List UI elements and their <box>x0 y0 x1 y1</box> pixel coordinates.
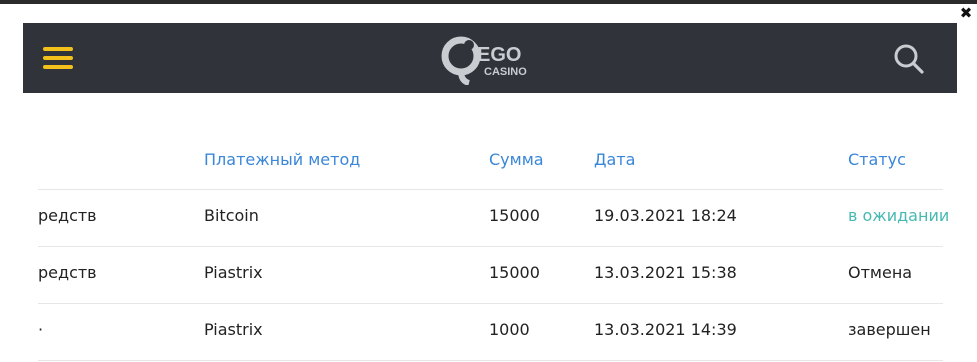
logo-ego-text: EGO <box>477 44 521 66</box>
table-row: · Piastrix 1000 13.03.2021 14:39 заверше… <box>38 304 943 361</box>
table-header-row: Платежный метод Сумма Дата Статус <box>38 134 943 190</box>
table-row: редств Bitcoin 15000 19.03.2021 18:24 в … <box>38 190 949 247</box>
row-type-cell: редств <box>38 206 97 225</box>
screen-frame: ✖ EGO CASINO Платежный метод Сумма Дата … <box>0 0 977 362</box>
column-header-method[interactable]: Платежный метод <box>204 134 360 186</box>
row-method-cell: Piastrix <box>204 263 263 282</box>
row-amount-cell: 15000 <box>489 206 540 225</box>
transactions-table: Платежный метод Сумма Дата Статус редств… <box>38 134 949 361</box>
row-status-cell: завершен <box>848 320 931 339</box>
table-row: редств Piastrix 15000 13.03.2021 15:38 О… <box>38 247 943 304</box>
row-method-cell: Bitcoin <box>204 206 259 225</box>
row-date-cell: 19.03.2021 18:24 <box>594 206 737 225</box>
transactions-modal: ✖ EGO CASINO Платежный метод Сумма Дата … <box>0 0 977 362</box>
column-header-status[interactable]: Статус <box>848 134 906 186</box>
top-dark-strip <box>0 0 977 4</box>
close-icon[interactable]: ✖ <box>957 4 975 22</box>
row-date-cell: 13.03.2021 15:38 <box>594 263 737 282</box>
row-amount-cell: 15000 <box>489 263 540 282</box>
hamburger-menu-icon[interactable] <box>43 47 73 69</box>
row-type-cell: · <box>38 320 44 339</box>
column-header-date[interactable]: Дата <box>594 134 635 186</box>
logo-casino-text: CASINO <box>484 66 527 78</box>
search-icon[interactable] <box>893 43 925 75</box>
site-header: EGO CASINO <box>23 23 957 93</box>
row-type-cell: редств <box>38 263 97 282</box>
row-date-cell: 13.03.2021 14:39 <box>594 320 737 339</box>
row-status-cell: Отмена <box>848 263 913 282</box>
row-status-cell: в ожидании <box>848 206 950 225</box>
ego-casino-logo[interactable]: EGO CASINO <box>439 31 549 85</box>
column-header-amount[interactable]: Сумма <box>489 134 544 186</box>
row-method-cell: Piastrix <box>204 320 263 339</box>
row-amount-cell: 1000 <box>489 320 530 339</box>
